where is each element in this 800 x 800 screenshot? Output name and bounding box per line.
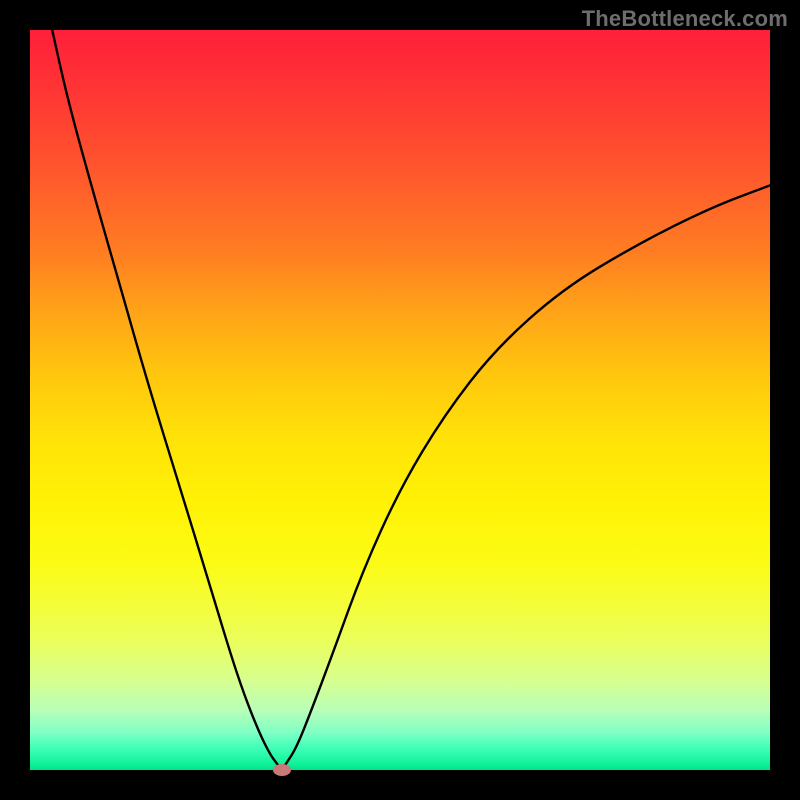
plot-area <box>30 30 770 770</box>
watermark-text: TheBottleneck.com <box>582 6 788 32</box>
bottleneck-curve <box>52 30 770 769</box>
curve-svg <box>30 30 770 770</box>
optimum-marker <box>273 764 291 776</box>
chart-frame: TheBottleneck.com <box>0 0 800 800</box>
